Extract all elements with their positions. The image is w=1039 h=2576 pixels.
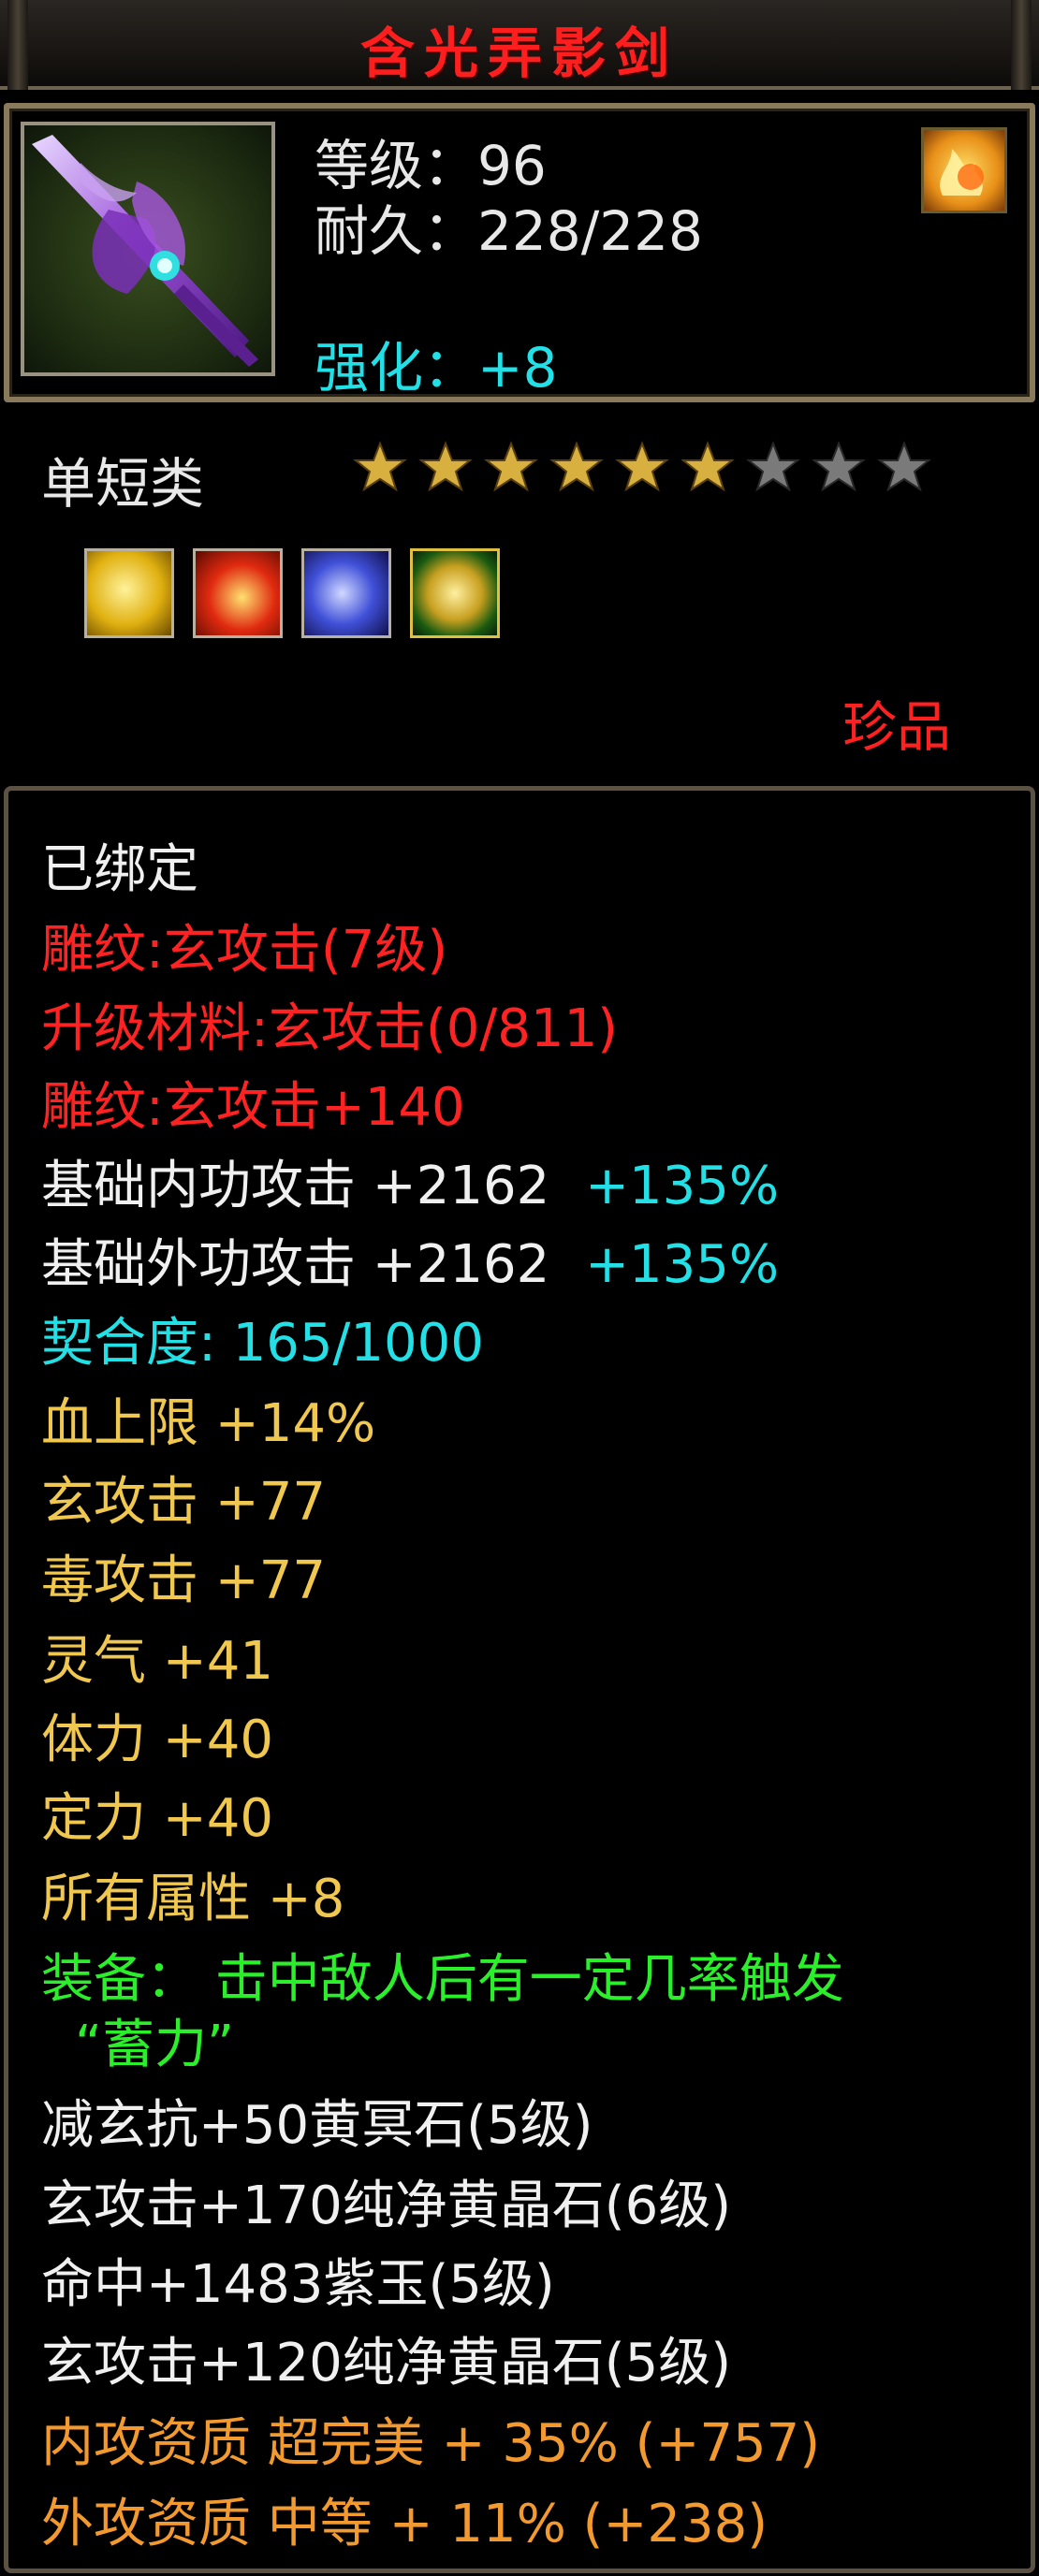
gem-socket-line: 减玄抗+50黄冥石(5级) [41, 2095, 593, 2156]
item-enhance: 强化：+8 [315, 336, 558, 400]
item-name: 含光弄影剑 [359, 22, 679, 85]
title-bar: 含光弄影剑 [0, 0, 1039, 90]
star-filled-icon [353, 441, 407, 492]
star-empty-icon [812, 441, 866, 492]
equip-effect-name: “蓄力” [75, 2015, 235, 2075]
blue-purple-gem-icon[interactable] [301, 548, 391, 638]
gold-crystal-gem-icon[interactable] [84, 548, 174, 638]
star-empty-icon [746, 441, 800, 492]
gem-socket-line: 玄攻击+120纯净黄晶石(5级) [41, 2333, 732, 2394]
stat-line: 体力 +40 [41, 1710, 273, 1770]
gem-socket-line: 玄攻击+170纯净黄晶石(6级) [41, 2176, 732, 2236]
weapon-class: 单短类 [41, 452, 205, 516]
inner-attack-quality: 内攻资质 超完美 + 35% (+757) [41, 2413, 821, 2474]
bound-status: 已绑定 [41, 839, 198, 900]
star-filled-icon [418, 441, 473, 492]
base-inner-attack-pct: +135% [585, 1156, 780, 1216]
affinity-line: 契合度: 165/1000 [41, 1313, 484, 1374]
base-inner-attack: 基础内功攻击 +2162 +135% [41, 1153, 779, 1220]
star-filled-icon [615, 441, 669, 492]
stat-line: 定力 +40 [41, 1788, 273, 1849]
green-gold-gem-icon[interactable] [410, 548, 500, 638]
stat-line: 血上限 +14% [41, 1393, 376, 1454]
sword-icon[interactable] [21, 122, 275, 376]
base-inner-attack-value: 基础内功攻击 +2162 [41, 1156, 550, 1216]
engrave-bonus-line: 雕纹:玄攻击+140 [41, 1077, 465, 1138]
red-fire-gem-icon[interactable] [193, 548, 283, 638]
stat-line: 毒攻击 +77 [41, 1550, 326, 1611]
base-outer-attack-pct: +135% [585, 1234, 780, 1295]
rarity-label: 珍品 [842, 695, 952, 759]
stat-line: 灵气 +41 [41, 1631, 273, 1692]
star-empty-icon [877, 441, 931, 492]
equip-effect-line: 装备： 击中敌人后有一定几率触发 [41, 1949, 844, 2010]
stat-line: 玄攻击 +77 [41, 1472, 326, 1533]
base-outer-attack-value: 基础外功攻击 +2162 [41, 1234, 550, 1295]
item-durability: 耐久：228/228 [315, 199, 703, 263]
star-filled-icon [484, 441, 538, 492]
base-outer-attack: 基础外功攻击 +2162 +135% [41, 1231, 779, 1299]
star-filled-icon [549, 441, 604, 492]
upgrade-material-line: 升级材料:玄攻击(0/811) [41, 998, 618, 1059]
engrave-line: 雕纹:玄攻击(7级) [41, 920, 448, 981]
quality-flame-icon[interactable] [921, 127, 1007, 213]
outer-attack-quality: 外攻资质 中等 + 11% (+238) [41, 2494, 768, 2554]
stat-line: 所有属性 +8 [41, 1869, 345, 1929]
star-filled-icon [680, 441, 735, 492]
gem-socket-line: 命中+1483紫玉(5级) [41, 2254, 555, 2315]
